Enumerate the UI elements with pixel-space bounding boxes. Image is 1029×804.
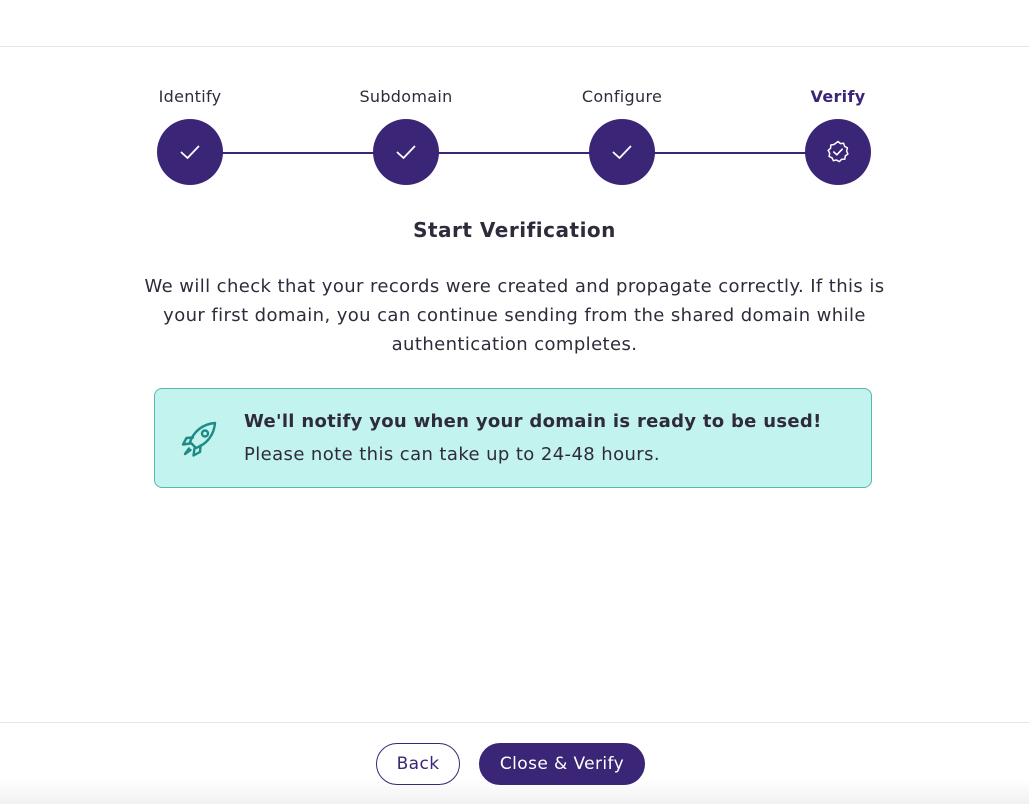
notice-body: Please note this can take up to 24-48 ho…	[244, 444, 660, 465]
step-circle	[373, 119, 439, 185]
step-identify: Identify	[120, 86, 260, 185]
step-label: Subdomain	[359, 87, 453, 106]
step-circle	[805, 119, 871, 185]
notice-title: We'll notify you when your domain is rea…	[244, 411, 822, 432]
page-description: We will check that your records were cre…	[144, 276, 885, 355]
check-icon	[180, 145, 200, 159]
rocket-icon	[181, 421, 217, 457]
step-label: Configure	[581, 87, 663, 106]
check-icon	[396, 145, 416, 159]
check-icon	[612, 145, 632, 159]
step-label: Verify	[810, 87, 866, 106]
notification-banner: We'll notify you when your domain is rea…	[154, 388, 872, 488]
step-subdomain: Subdomain	[336, 86, 476, 185]
step-circle	[589, 119, 655, 185]
step-circle	[157, 119, 223, 185]
step-label: Identify	[158, 87, 222, 106]
stepper: Identify Subdomain Configure Verify	[0, 0, 1029, 200]
step-configure: Configure	[552, 86, 692, 185]
back-button[interactable]: Back	[376, 743, 460, 785]
close-and-verify-button[interactable]: Close & Verify	[479, 743, 645, 785]
step-verify: Verify	[768, 86, 908, 185]
footer: Back Close & Verify	[0, 723, 1029, 804]
verified-badge-icon	[827, 140, 849, 163]
page-title: Start Verification	[413, 218, 616, 242]
verify-domain-page: Identify Subdomain Configure Verify Star…	[0, 0, 1029, 804]
